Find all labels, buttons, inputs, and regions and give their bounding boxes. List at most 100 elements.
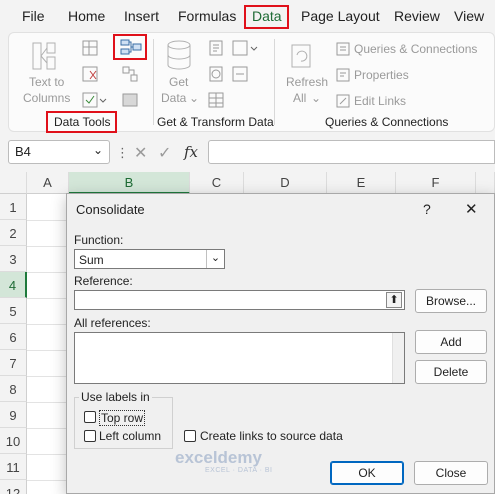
exceldemy-tagline: EXCEL · DATA · BI	[205, 467, 273, 474]
all-references-list[interactable]	[74, 332, 405, 384]
collapse-dialog-icon[interactable]: ⬆	[386, 292, 402, 308]
formula-input[interactable]	[208, 140, 495, 164]
close-icon[interactable]: ✕	[465, 200, 478, 218]
tab-file[interactable]: File	[22, 8, 45, 24]
get-data-label-1[interactable]: Get	[169, 75, 188, 89]
function-label: Function:	[74, 233, 124, 247]
flash-fill-icon[interactable]	[81, 39, 99, 57]
row-header[interactable]: 5	[0, 298, 27, 324]
from-web-icon[interactable]	[207, 65, 225, 83]
group-queries-connections: Queries & Connections	[325, 115, 449, 129]
create-links-checkbox[interactable]	[184, 430, 196, 442]
from-text-icon[interactable]	[207, 39, 225, 57]
consolidate-icon[interactable]	[120, 38, 142, 56]
group-get-transform: Get & Transform Data	[157, 115, 274, 129]
get-data-icon	[167, 40, 191, 70]
tab-page-layout[interactable]: Page Layout	[301, 8, 380, 24]
delete-button[interactable]: Delete	[415, 360, 487, 384]
name-box-value: B4	[15, 144, 31, 159]
column-header[interactable]: A	[27, 172, 69, 194]
reference-label: Reference:	[74, 274, 133, 288]
data-model-icon[interactable]	[121, 91, 139, 109]
text-to-columns-label-2[interactable]: Columns	[23, 91, 70, 105]
ribbon-separator	[153, 39, 154, 125]
create-links-label[interactable]: Create links to source data	[200, 429, 343, 443]
group-data-tools: Data Tools	[54, 115, 111, 129]
text-to-columns-icon	[32, 42, 56, 70]
column-header[interactable]: D	[244, 172, 327, 194]
help-button[interactable]: ?	[423, 201, 431, 217]
enter-icon[interactable]: ✓	[158, 143, 171, 163]
text-to-columns-label-1[interactable]: Text to	[29, 75, 64, 89]
data-validation-icon[interactable]	[81, 91, 107, 109]
chevron-down-icon[interactable]: ⌄	[311, 91, 321, 105]
use-labels-label: Use labels in	[79, 390, 152, 404]
edit-links-button[interactable]: Edit Links	[354, 94, 406, 108]
properties-button[interactable]: Properties	[354, 68, 409, 82]
function-value: Sum	[79, 253, 104, 267]
existing-connections-icon[interactable]	[231, 65, 249, 83]
add-button[interactable]: Add	[415, 330, 487, 354]
close-button[interactable]: Close	[414, 461, 488, 485]
list-scrollbar[interactable]	[392, 333, 404, 383]
tab-review[interactable]: Review	[394, 8, 440, 24]
edit-links-icon	[336, 94, 350, 108]
all-references-label: All references:	[74, 316, 151, 330]
row-header[interactable]: 3	[0, 246, 27, 272]
refresh-all-icon	[291, 44, 311, 68]
ribbon: Text to Columns Data Tools Get Data ⌄ Ge…	[8, 32, 495, 133]
select-all-corner[interactable]	[0, 172, 27, 194]
column-header[interactable]: B	[69, 172, 190, 194]
tab-view[interactable]: View	[454, 8, 484, 24]
chevron-down-icon[interactable]: ⌄	[189, 91, 199, 105]
column-header[interactable]: E	[327, 172, 396, 194]
from-table-icon[interactable]	[207, 91, 225, 109]
row-header[interactable]: 8	[0, 376, 27, 402]
row-header[interactable]: 2	[0, 220, 27, 246]
reference-input[interactable]: ⬆	[74, 290, 405, 310]
menu-bar: File Home Insert Formulas Data Page Layo…	[0, 0, 495, 32]
tab-formulas[interactable]: Formulas	[178, 8, 236, 24]
row-header[interactable]: 4	[0, 272, 27, 298]
get-data-label-2[interactable]: Data	[161, 91, 186, 105]
row-header[interactable]: 9	[0, 402, 27, 428]
row-header[interactable]: 6	[0, 324, 27, 350]
function-select[interactable]: Sum ⌄	[74, 249, 225, 269]
browse-button[interactable]: Browse...	[415, 289, 487, 313]
dialog-title: Consolidate	[76, 202, 145, 217]
tab-home[interactable]: Home	[68, 8, 105, 24]
row-header[interactable]: 12	[0, 480, 27, 494]
chevron-down-icon[interactable]: ⌄	[93, 143, 103, 157]
ok-button[interactable]: OK	[330, 461, 404, 485]
row-header[interactable]: 7	[0, 350, 27, 376]
queries-connections-button[interactable]: Queries & Connections	[354, 42, 477, 56]
tab-insert[interactable]: Insert	[124, 8, 159, 24]
consolidate-dialog: Consolidate ? ✕ Function: Sum ⌄ Referenc…	[66, 193, 495, 494]
column-header[interactable]: F	[396, 172, 476, 194]
refresh-all-label-1[interactable]: Refresh	[286, 75, 328, 89]
name-box[interactable]: B4 ⌄	[8, 140, 110, 164]
ribbon-separator	[274, 39, 275, 125]
column-header[interactable]: C	[190, 172, 244, 194]
top-row-label[interactable]: Top row	[99, 410, 146, 426]
top-row-checkbox[interactable]	[84, 411, 96, 423]
row-header[interactable]: 11	[0, 454, 27, 480]
row-header[interactable]: 1	[0, 194, 27, 220]
left-column-label[interactable]: Left column	[99, 429, 161, 443]
cancel-icon[interactable]: ✕	[134, 143, 147, 163]
exceldemy-logo: exceldemy	[175, 448, 262, 467]
insert-function-icon[interactable]: fx	[184, 143, 198, 161]
recent-sources-icon[interactable]	[231, 39, 259, 57]
more-options-icon[interactable]: ⋮	[116, 145, 129, 161]
chevron-down-icon[interactable]: ⌄	[206, 250, 224, 268]
row-header[interactable]: 10	[0, 428, 27, 454]
left-column-checkbox[interactable]	[84, 430, 96, 442]
properties-icon	[336, 68, 350, 82]
remove-duplicates-icon[interactable]	[81, 65, 99, 83]
tab-data-highlight	[244, 5, 289, 29]
formula-bar: B4 ⌄ ⋮ ✕ ✓ fx	[0, 136, 495, 170]
refresh-all-label-2[interactable]: All	[293, 91, 306, 105]
column-header[interactable]	[476, 172, 495, 194]
relationships-icon[interactable]	[121, 65, 139, 83]
queries-connections-icon	[336, 42, 350, 56]
